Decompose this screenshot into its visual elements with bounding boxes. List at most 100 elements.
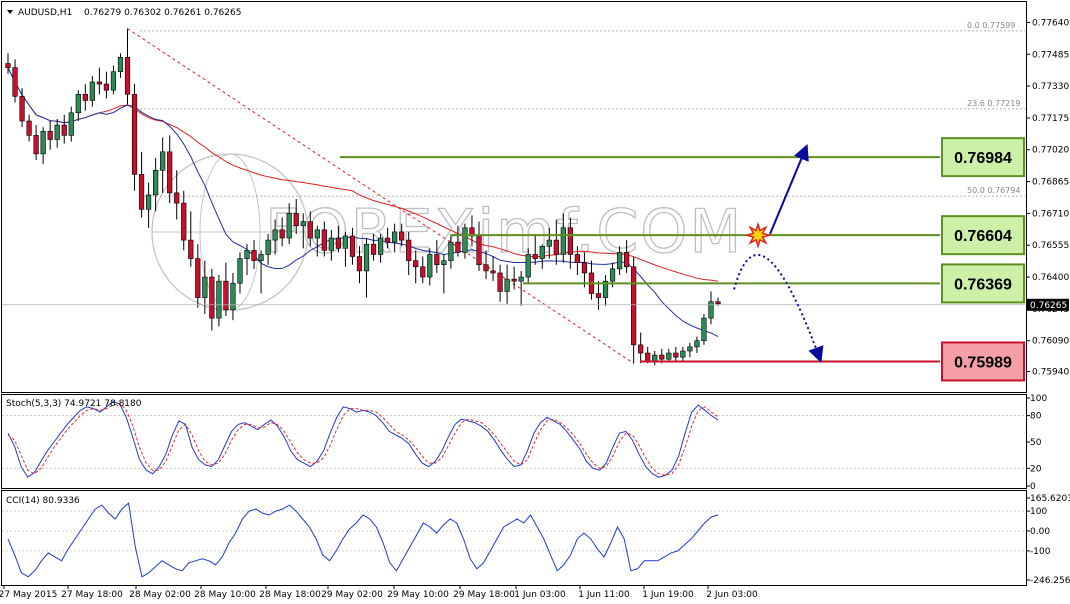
candle-body-bear <box>223 280 229 311</box>
candle-body-bear <box>645 352 651 362</box>
candle-body-bull <box>666 352 672 360</box>
candle-body-bear <box>413 260 419 268</box>
candle-body-bull <box>441 260 447 266</box>
candle-body-bull <box>694 340 700 348</box>
time-tick-label: 1 Jun 11:00 <box>578 590 630 600</box>
candle-body-bear <box>138 174 145 210</box>
time-tick-label: 28 May 02:00 <box>129 590 191 600</box>
cci-tick-label: 100 <box>1030 507 1047 517</box>
candle-body-bull <box>145 194 152 210</box>
candle-body-bear <box>349 235 356 257</box>
stoch-tick-label: 50 <box>1030 438 1042 448</box>
candle-body-bear <box>82 93 88 101</box>
cci-tick-label: 0.00 <box>1030 527 1050 537</box>
cci-tick-label: -246.2561 <box>1030 576 1070 586</box>
candle-body-bear <box>307 221 313 239</box>
candle-body-bear <box>624 252 630 268</box>
candle-body-bull <box>160 151 166 171</box>
cci-tick-label: -100 <box>1030 547 1051 557</box>
candle-body-bull <box>687 346 693 352</box>
candle-body-bull <box>652 354 658 362</box>
candle-body-bear <box>581 262 588 274</box>
candle-body-bear <box>19 96 25 122</box>
candle-body-bull <box>68 112 74 136</box>
candle-body-bull <box>701 317 707 342</box>
candle-body-bear <box>370 243 377 255</box>
candle-body-bear <box>356 256 363 272</box>
stoch-tick-label: 0 <box>1030 482 1036 492</box>
price-tick-label: 0.76090 <box>1032 337 1069 347</box>
candle-body-bear <box>96 81 102 85</box>
candle-body-bull <box>89 81 95 101</box>
candle-body-bull <box>616 252 623 270</box>
level-value: 0.75989 <box>954 354 1012 371</box>
candle-body-bear <box>5 63 11 68</box>
candle-body-bear <box>659 354 665 360</box>
candle-body-bear <box>124 57 131 95</box>
time-tick-label: 29 May 02:00 <box>321 590 383 600</box>
candle-body-bull <box>272 229 278 241</box>
candle-body-bear <box>553 239 559 255</box>
candle-body-bear <box>420 266 426 278</box>
candle-body-bull <box>546 239 552 247</box>
candle-body-bull <box>342 235 349 249</box>
time-tick-label: 29 May 10:00 <box>387 590 449 600</box>
main-header: AUDUSD,H1 0.76279 0.76302 0.76261 0.7626… <box>7 8 241 18</box>
candle-body-bull <box>427 254 433 278</box>
candle-body-bear <box>47 130 53 140</box>
candle-body-bull <box>237 258 243 284</box>
candle-body-bear <box>321 229 327 251</box>
candle-body-bear <box>174 192 180 204</box>
price-tick-label: 0.77485 <box>1032 50 1069 60</box>
fib-level-label: 50.0 0.76794 <box>967 186 1020 195</box>
chart-canvas: FOREXimf.COM 0.0 0.77599 23.6 0.77219 50.0… <box>0 0 1070 604</box>
candle-body-bull <box>117 57 124 73</box>
candle-body-bear <box>673 352 679 358</box>
candle-body-bear <box>715 301 721 305</box>
candle-body-bear <box>406 239 412 261</box>
price-tick-label: 0.77020 <box>1032 146 1069 156</box>
time-tick-label: 28 May 18:00 <box>259 590 321 600</box>
candle-body-bull <box>525 254 531 278</box>
candle-body-bear <box>385 237 391 243</box>
candle-body-bull <box>609 268 616 282</box>
candle-body-bear <box>103 83 110 91</box>
ohlc-header: 0.76279 0.76302 0.76261 0.76265 <box>84 8 241 18</box>
candle-body-bear <box>497 272 503 292</box>
candle-body-bear <box>209 276 215 319</box>
candle-body-bear <box>574 254 581 263</box>
candle-body-bear <box>595 293 602 298</box>
breakout-burst-icon <box>744 221 772 249</box>
time-tick-label: 28 May 10:00 <box>194 590 256 600</box>
level-value: 0.76369 <box>954 276 1012 293</box>
price-tick-label: 0.77175 <box>1032 114 1069 124</box>
candle-body-bear <box>195 258 201 298</box>
candle-body-bear <box>399 231 405 241</box>
watermark-text: FOREXimf.COM <box>265 197 743 267</box>
candle-body-bear <box>434 254 440 266</box>
candle-body-bear <box>251 250 257 261</box>
candle-body-bull <box>314 229 320 239</box>
time-tick-label: 27 May 2015 <box>0 590 57 600</box>
time-tick-label: 29 May 18:00 <box>453 590 515 600</box>
candle-body-bear <box>532 254 538 259</box>
time-tick-label: 27 May 18:00 <box>61 590 123 600</box>
time-tick-label: 1 Jun 19:00 <box>642 590 694 600</box>
candle-body-bull <box>448 241 454 261</box>
candle-body-bear <box>26 120 32 136</box>
candle-body-bull <box>539 245 545 259</box>
candle-body-bear <box>511 278 517 282</box>
candle-body-bull <box>377 237 384 255</box>
symbol-label: AUDUSD,H1 <box>18 8 72 18</box>
stoch-tick-label: 20 <box>1030 464 1042 474</box>
candle-body-bull <box>328 237 334 251</box>
candle-body-bull <box>40 130 46 155</box>
price-tick-label: 0.76710 <box>1032 209 1069 219</box>
stoch-tick-label: 100 <box>1030 394 1047 404</box>
candle-body-bear <box>455 241 461 253</box>
candle-body-bear <box>638 344 644 354</box>
candle-body-bull <box>75 93 81 114</box>
level-value: 0.76984 <box>954 150 1012 167</box>
candle-body-bull <box>300 221 306 227</box>
candle-body-bull <box>110 71 117 91</box>
